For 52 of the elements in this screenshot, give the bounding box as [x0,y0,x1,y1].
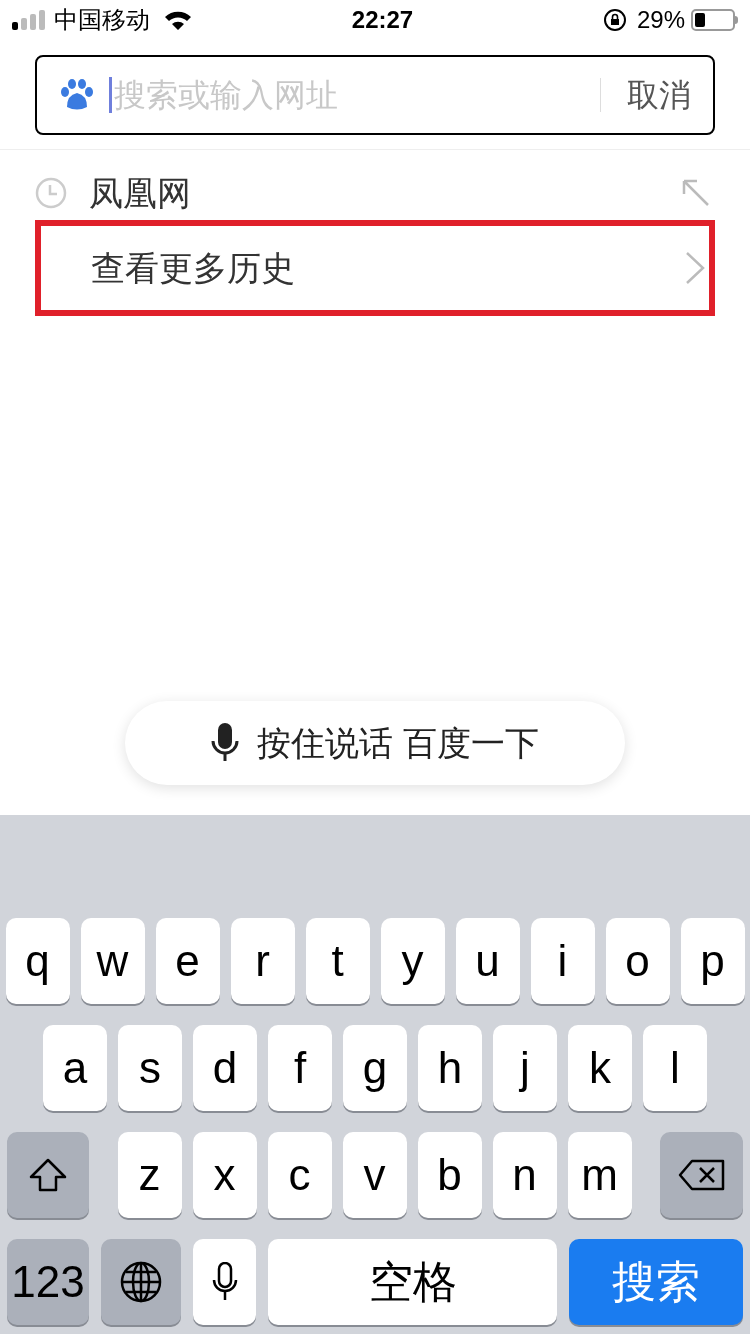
key[interactable]: r [230,918,295,1004]
key[interactable]: m [567,1132,632,1218]
key[interactable]: f [268,1025,332,1111]
search-key[interactable]: 搜索 [569,1239,743,1325]
key[interactable]: p [680,918,745,1004]
numbers-key[interactable]: 123 [7,1239,89,1325]
shift-key[interactable] [7,1132,89,1218]
voice-button[interactable]: 按住说话 百度一下 [125,701,625,785]
history-text: 凤凰网 [89,172,192,214]
key[interactable]: x [192,1132,257,1218]
key[interactable]: z [117,1132,182,1218]
key[interactable]: e [155,918,220,1004]
key[interactable]: d [193,1025,257,1111]
history-row[interactable]: 查看更多历史 [35,220,715,316]
key[interactable]: a [43,1025,107,1111]
key[interactable]: g [343,1025,407,1111]
key[interactable]: u [455,918,520,1004]
clock-icon [35,177,67,209]
key[interactable]: o [605,918,670,1004]
cancel-button[interactable]: 取消 [627,71,691,119]
microphone-icon [211,723,240,763]
microphone-icon [211,1262,238,1302]
battery-percent: 29% [636,5,685,35]
key[interactable]: j [493,1025,557,1111]
more-history-text: 查看更多历史 [91,247,296,289]
globe-icon [120,1261,162,1303]
key[interactable]: b [417,1132,482,1218]
backspace-icon [677,1159,726,1191]
rotation-lock-icon [602,8,627,32]
key[interactable]: k [568,1025,632,1111]
clock: 22:27 [351,5,414,35]
key[interactable]: t [305,918,370,1004]
microphone-key[interactable] [193,1239,256,1325]
key[interactable]: n [492,1132,557,1218]
key[interactable]: s [118,1025,182,1111]
chevron-right-icon [685,251,705,285]
key[interactable]: c [267,1132,332,1218]
key[interactable]: y [380,918,445,1004]
key[interactable]: h [418,1025,482,1111]
globe-key[interactable] [101,1239,181,1325]
key[interactable]: w [80,918,145,1004]
signal-icon [12,10,46,30]
wifi-icon [164,9,192,31]
space-key[interactable]: 空格 [268,1239,557,1325]
key[interactable]: q [5,918,70,1004]
key[interactable]: l [643,1025,707,1111]
delete-key[interactable] [660,1132,743,1218]
key[interactable]: i [530,918,595,1004]
key[interactable]: v [342,1132,407,1218]
battery-icon [691,9,738,31]
carrier-name: 中国移动 [54,5,150,35]
shift-icon [28,1157,68,1193]
